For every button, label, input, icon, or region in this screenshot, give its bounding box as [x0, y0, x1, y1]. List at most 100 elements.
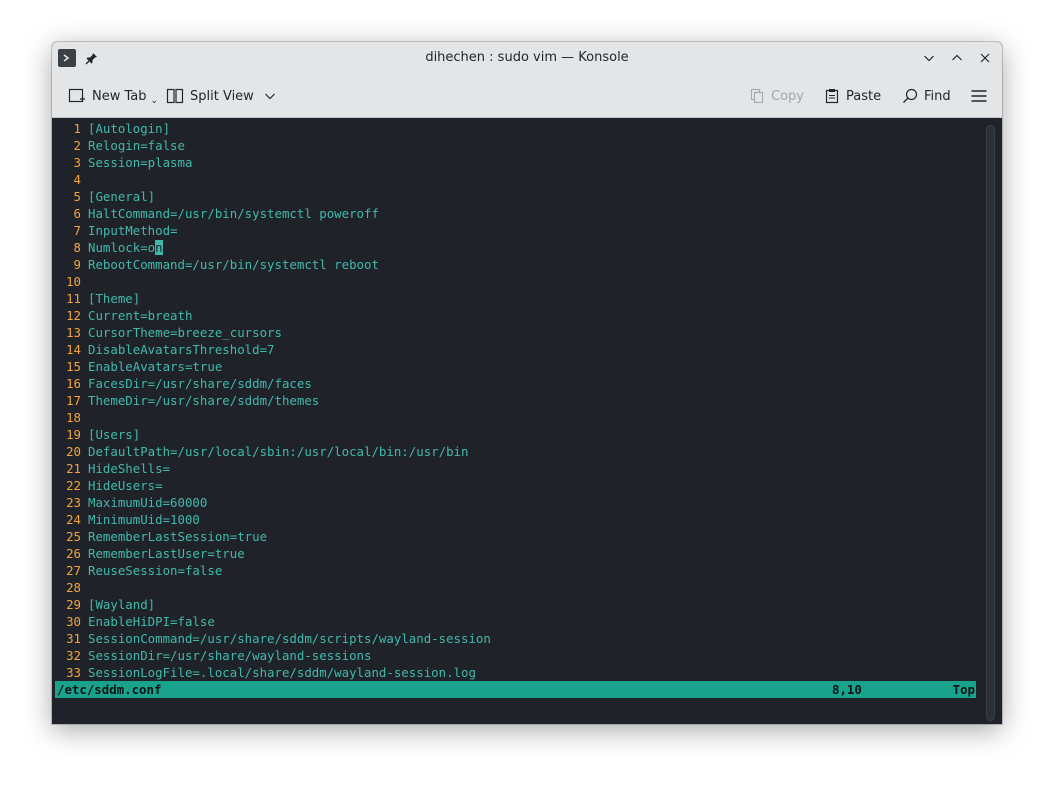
minimize-button[interactable] [920, 48, 938, 68]
line-text: DisableAvatarsThreshold=7 [88, 342, 275, 357]
status-file-name: /etc/sddm.conf [57, 682, 162, 697]
split-view-button[interactable]: Split View [166, 84, 276, 108]
window-title: dihechen : sudo vim — Konsole [425, 50, 629, 65]
line-text: SessionDir=/usr/share/wayland-sessions [88, 648, 372, 663]
line-number: 2 [73, 138, 81, 153]
close-icon [980, 53, 990, 63]
line-number: 10 [66, 274, 81, 289]
line-number: 16 [66, 376, 81, 391]
vim-status-line: /etc/sddm.conf 8,10 Top [55, 681, 976, 698]
line-text: [Wayland] [88, 597, 156, 612]
buffer-line[interactable]: 26 RememberLastUser=true [57, 545, 491, 562]
find-button[interactable]: Find [902, 84, 951, 108]
buffer-line[interactable]: 14 DisableAvatarsThreshold=7 [57, 341, 491, 358]
line-number: 25 [66, 529, 81, 544]
buffer-line[interactable]: 13 CursorTheme=breeze_cursors [57, 324, 491, 341]
line-number: 31 [66, 631, 81, 646]
buffer-line[interactable]: 6 HaltCommand=/usr/bin/systemctl poweroff [57, 205, 491, 222]
line-text: [Autologin] [88, 121, 171, 136]
maximize-button[interactable] [948, 48, 966, 68]
terminal-view[interactable]: 1 [Autologin] 2 Relogin=false 3 Session=plasm… [52, 119, 1002, 724]
line-text: InputMethod= [88, 223, 178, 238]
buffer-line[interactable]: 23 MaximumUid=60000 [57, 494, 491, 511]
line-number: 13 [66, 325, 81, 340]
line-number: 23 [66, 495, 81, 510]
line-text: ThemeDir=/usr/share/sddm/themes [88, 393, 320, 408]
line-number: 32 [66, 648, 81, 663]
text-cursor: n [155, 240, 163, 255]
new-tab-label: New Tab [92, 88, 147, 104]
line-text: [Theme] [88, 291, 141, 306]
copy-button[interactable]: Copy [749, 84, 804, 108]
line-number: 18 [66, 410, 81, 425]
line-number: 11 [66, 291, 81, 306]
hamburger-menu-icon [971, 90, 987, 102]
buffer-line[interactable]: 11 [Theme] [57, 290, 491, 307]
paste-button[interactable]: Paste [824, 84, 881, 108]
buffer-line[interactable]: 16 FacesDir=/usr/share/sddm/faces [57, 375, 491, 392]
copy-icon [750, 88, 764, 104]
pin-icon[interactable] [84, 51, 98, 65]
buffer-line[interactable]: 17 ThemeDir=/usr/share/sddm/themes [57, 392, 491, 409]
line-text-before-cursor: Numlock=o [88, 240, 156, 255]
buffer-line[interactable]: 9 RebootCommand=/usr/bin/systemctl reboot [57, 256, 491, 273]
line-text: Current=breath [88, 308, 193, 323]
buffer-line[interactable]: 18 [57, 409, 491, 426]
status-cursor-position: 8,10 [832, 682, 862, 697]
line-text: Relogin=false [88, 138, 185, 153]
line-text: HideShells= [88, 461, 171, 476]
buffer-line[interactable]: 7 InputMethod= [57, 222, 491, 239]
line-text: RememberLastUser=true [88, 546, 245, 561]
buffer-line[interactable]: 10 [57, 273, 491, 290]
paste-label: Paste [846, 88, 882, 104]
buffer-line[interactable]: 30 EnableHiDPI=false [57, 613, 491, 630]
buffer-line[interactable]: 24 MinimumUid=1000 [57, 511, 491, 528]
buffer-line[interactable]: 2 Relogin=false [57, 137, 491, 154]
line-text: FacesDir=/usr/share/sddm/faces [88, 376, 312, 391]
line-text: ReuseSession=false [88, 563, 223, 578]
hamburger-menu-button[interactable] [970, 84, 988, 108]
buffer-line[interactable]: 3 Session=plasma [57, 154, 491, 171]
buffer-line[interactable]: 1 [Autologin] [57, 120, 491, 137]
line-text: Session=plasma [88, 155, 193, 170]
buffer-line[interactable]: 8 Numlock=on [57, 239, 491, 256]
line-number: 4 [73, 172, 81, 187]
konsole-window: dihechen : sudo vim — Konsole New Tab ⌄ [52, 42, 1002, 724]
buffer-line[interactable]: 12 Current=breath [57, 307, 491, 324]
buffer-line[interactable]: 4 [57, 171, 491, 188]
line-text: Numlock=on [88, 239, 163, 256]
title-bar[interactable]: dihechen : sudo vim — Konsole [52, 42, 1002, 74]
buffer-line[interactable]: 27 ReuseSession=false [57, 562, 491, 579]
vim-buffer[interactable]: 1 [Autologin] 2 Relogin=false 3 Session=plasm… [57, 120, 491, 681]
terminal-scrollbar[interactable] [986, 125, 995, 721]
buffer-line[interactable]: 25 RememberLastSession=true [57, 528, 491, 545]
line-number: 5 [73, 189, 81, 204]
buffer-line[interactable]: 15 EnableAvatars=true [57, 358, 491, 375]
line-number: 8 [73, 240, 81, 255]
copy-label: Copy [771, 88, 804, 104]
buffer-line[interactable]: 31 SessionCommand=/usr/share/sddm/scripts… [57, 630, 491, 647]
buffer-line[interactable]: 28 [57, 579, 491, 596]
buffer-line[interactable]: 22 HideUsers= [57, 477, 491, 494]
close-button[interactable] [976, 48, 994, 68]
paste-icon [825, 89, 839, 104]
line-number: 28 [66, 580, 81, 595]
new-tab-button[interactable]: New Tab ⌄ [68, 84, 158, 108]
line-text: CursorTheme=breeze_cursors [88, 325, 282, 340]
konsole-app-icon[interactable] [58, 49, 76, 67]
line-number: 24 [66, 512, 81, 527]
line-text: HaltCommand=/usr/bin/systemctl poweroff [88, 206, 379, 221]
buffer-line[interactable]: 33 SessionLogFile=.local/share/sddm/wayla… [57, 664, 491, 681]
chevron-down-icon [264, 93, 275, 100]
line-number: 20 [66, 444, 81, 459]
buffer-line[interactable]: 20 DefaultPath=/usr/local/sbin:/usr/local… [57, 443, 491, 460]
buffer-line[interactable]: 32 SessionDir=/usr/share/wayland-sessions [57, 647, 491, 664]
buffer-line[interactable]: 21 HideShells= [57, 460, 491, 477]
buffer-line[interactable]: 5 [General] [57, 188, 491, 205]
line-text: EnableAvatars=true [88, 359, 223, 374]
buffer-line[interactable]: 29 [Wayland] [57, 596, 491, 613]
buffer-line[interactable]: 19 [Users] [57, 426, 491, 443]
line-number: 3 [73, 155, 81, 170]
line-number: 17 [66, 393, 81, 408]
line-number: 22 [66, 478, 81, 493]
